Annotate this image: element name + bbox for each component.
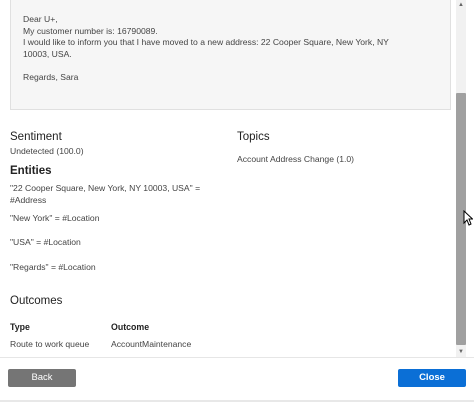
- footer-edge: [0, 400, 474, 402]
- back-button[interactable]: Back: [8, 369, 76, 387]
- message-line: Regards, Sara: [23, 72, 79, 82]
- topics-value: Account Address Change (1.0): [237, 154, 355, 164]
- message-line: My customer number is: 16790089.: [23, 25, 158, 36]
- outcomes-column-type: Type: [10, 322, 30, 332]
- chevron-up-icon[interactable]: ▲: [456, 0, 466, 10]
- message-body: Dear U+, My customer number is: 16790089…: [10, 0, 451, 110]
- mouse-pointer-icon: [463, 210, 473, 226]
- entity-item: "22 Cooper Square, New York, NY 10003, U…: [10, 183, 201, 193]
- message-line: Dear U+,: [23, 14, 58, 24]
- outcomes-column-outcome: Outcome: [111, 322, 150, 332]
- outcome-value-cell: AccountMaintenance: [111, 339, 192, 349]
- sentiment-value: Undetected (100.0): [10, 146, 84, 156]
- message-line: 10003, USA.: [23, 48, 72, 59]
- entity-item: "USA" = #Location: [10, 237, 81, 247]
- outcomes-heading: Outcomes: [10, 295, 63, 307]
- entity-item-continued: #Address: [10, 195, 47, 205]
- footer-divider: [0, 357, 474, 358]
- entity-item: "New York" = #Location: [10, 213, 100, 223]
- close-button[interactable]: Close: [398, 369, 466, 387]
- sentiment-heading: Sentiment: [10, 131, 62, 143]
- message-line: I would like to inform you that I have m…: [23, 37, 389, 47]
- outcome-type-cell: Route to work queue: [10, 339, 90, 349]
- topics-heading: Topics: [237, 131, 270, 143]
- entities-heading: Entities: [10, 165, 52, 177]
- chevron-down-icon[interactable]: ▼: [456, 347, 466, 357]
- analysis-panel: Dear U+, My customer number is: 16790089…: [0, 0, 456, 357]
- entity-item: "Regards" = #Location: [10, 262, 96, 272]
